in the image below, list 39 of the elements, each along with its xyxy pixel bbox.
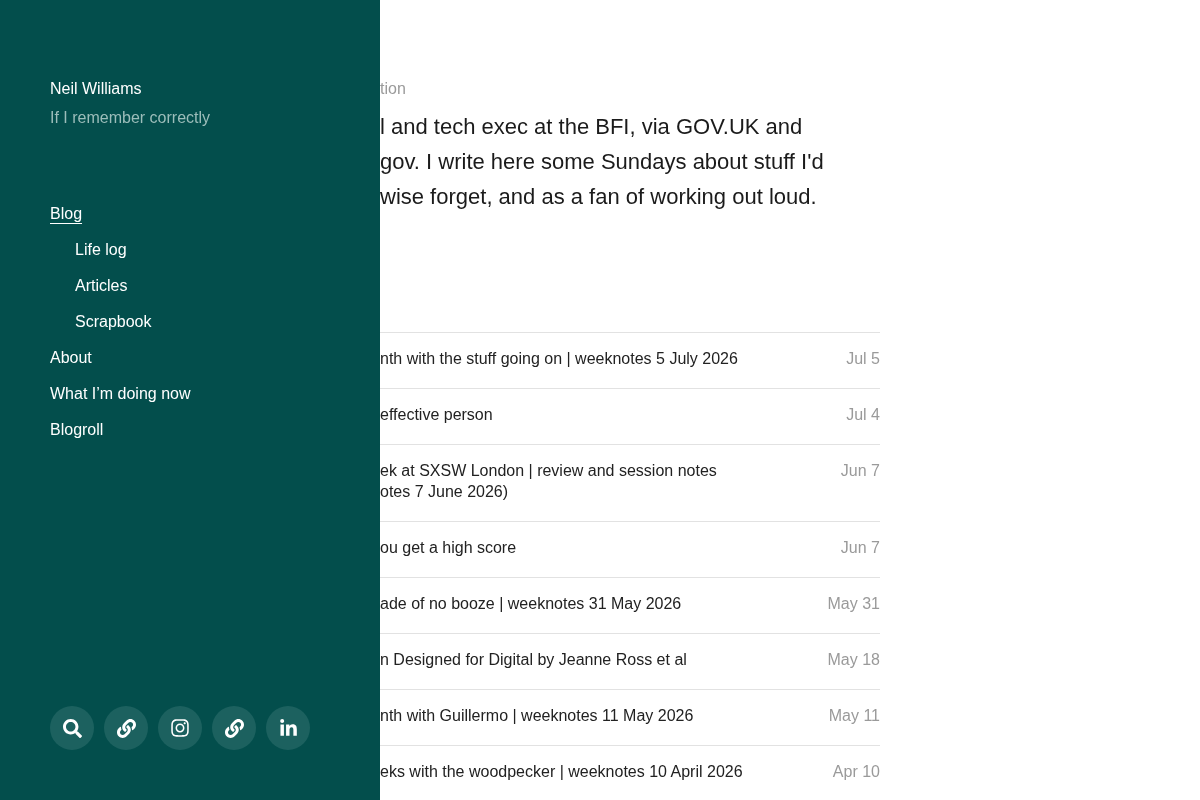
nav-link[interactable]: Blogroll	[50, 420, 104, 440]
post-title-link[interactable]: n Designed for Digital by Jeanne Ross et al	[380, 649, 687, 670]
intro-text-line: gov. I write here some Sundays about stuff I'd	[380, 148, 824, 176]
nav-link[interactable]: Life log	[75, 240, 127, 260]
nav-link[interactable]: What I’m doing now	[50, 384, 191, 404]
post-date: Apr 10	[832, 762, 880, 782]
post-date: Jun 7	[840, 461, 880, 481]
instagram-icon	[170, 718, 190, 738]
linkedin-button[interactable]	[266, 706, 310, 750]
nav-link[interactable]: Scrapbook	[75, 312, 152, 332]
post-title-link[interactable]: effective person	[380, 404, 493, 425]
post-date: May 18	[827, 650, 880, 670]
linkedin-icon	[278, 718, 298, 738]
section-label: tion	[380, 79, 406, 99]
instagram-button[interactable]	[158, 706, 202, 750]
post-title-link[interactable]: nth with Guillermo | weeknotes 11 May 2026	[380, 705, 694, 726]
post-date: May 11	[828, 706, 880, 726]
link-button[interactable]	[212, 706, 256, 750]
post-date: Jul 5	[846, 349, 880, 369]
post-title-link[interactable]: ou get a high score	[380, 537, 517, 558]
chain-link-icon	[224, 718, 244, 738]
post-title-link[interactable]: ade of no booze | weeknotes 31 May 2026	[380, 593, 682, 614]
search-button[interactable]	[50, 706, 94, 750]
nav-link[interactable]: Blog	[50, 204, 83, 224]
site-title[interactable]: Neil Williams	[50, 77, 142, 101]
post-date: Jul 4	[846, 405, 880, 425]
post-title-link[interactable]: nth with the stuff going on | weeknotes 5 July 2026	[380, 348, 738, 369]
post-date: May 31	[827, 594, 880, 614]
post-title-link[interactable]: ek at SXSW London | review and session notes otes 7 June 2026)	[380, 460, 717, 502]
search-icon	[62, 718, 82, 738]
post-date: Jun 7	[840, 538, 880, 558]
nav-link[interactable]: About	[50, 348, 92, 368]
post-title-link[interactable]: eks with the woodpecker | weeknotes 10 April 2026	[380, 761, 743, 782]
chain-link-icon	[116, 718, 136, 738]
link-button[interactable]	[104, 706, 148, 750]
intro-text-line: wise forget, and as a fan of working out loud.	[380, 183, 817, 211]
nav-link[interactable]: Articles	[75, 276, 128, 296]
site-tagline: If I remember correctly	[50, 108, 211, 128]
intro-text-line: l and tech exec at the BFI, via GOV.UK and	[380, 113, 803, 141]
